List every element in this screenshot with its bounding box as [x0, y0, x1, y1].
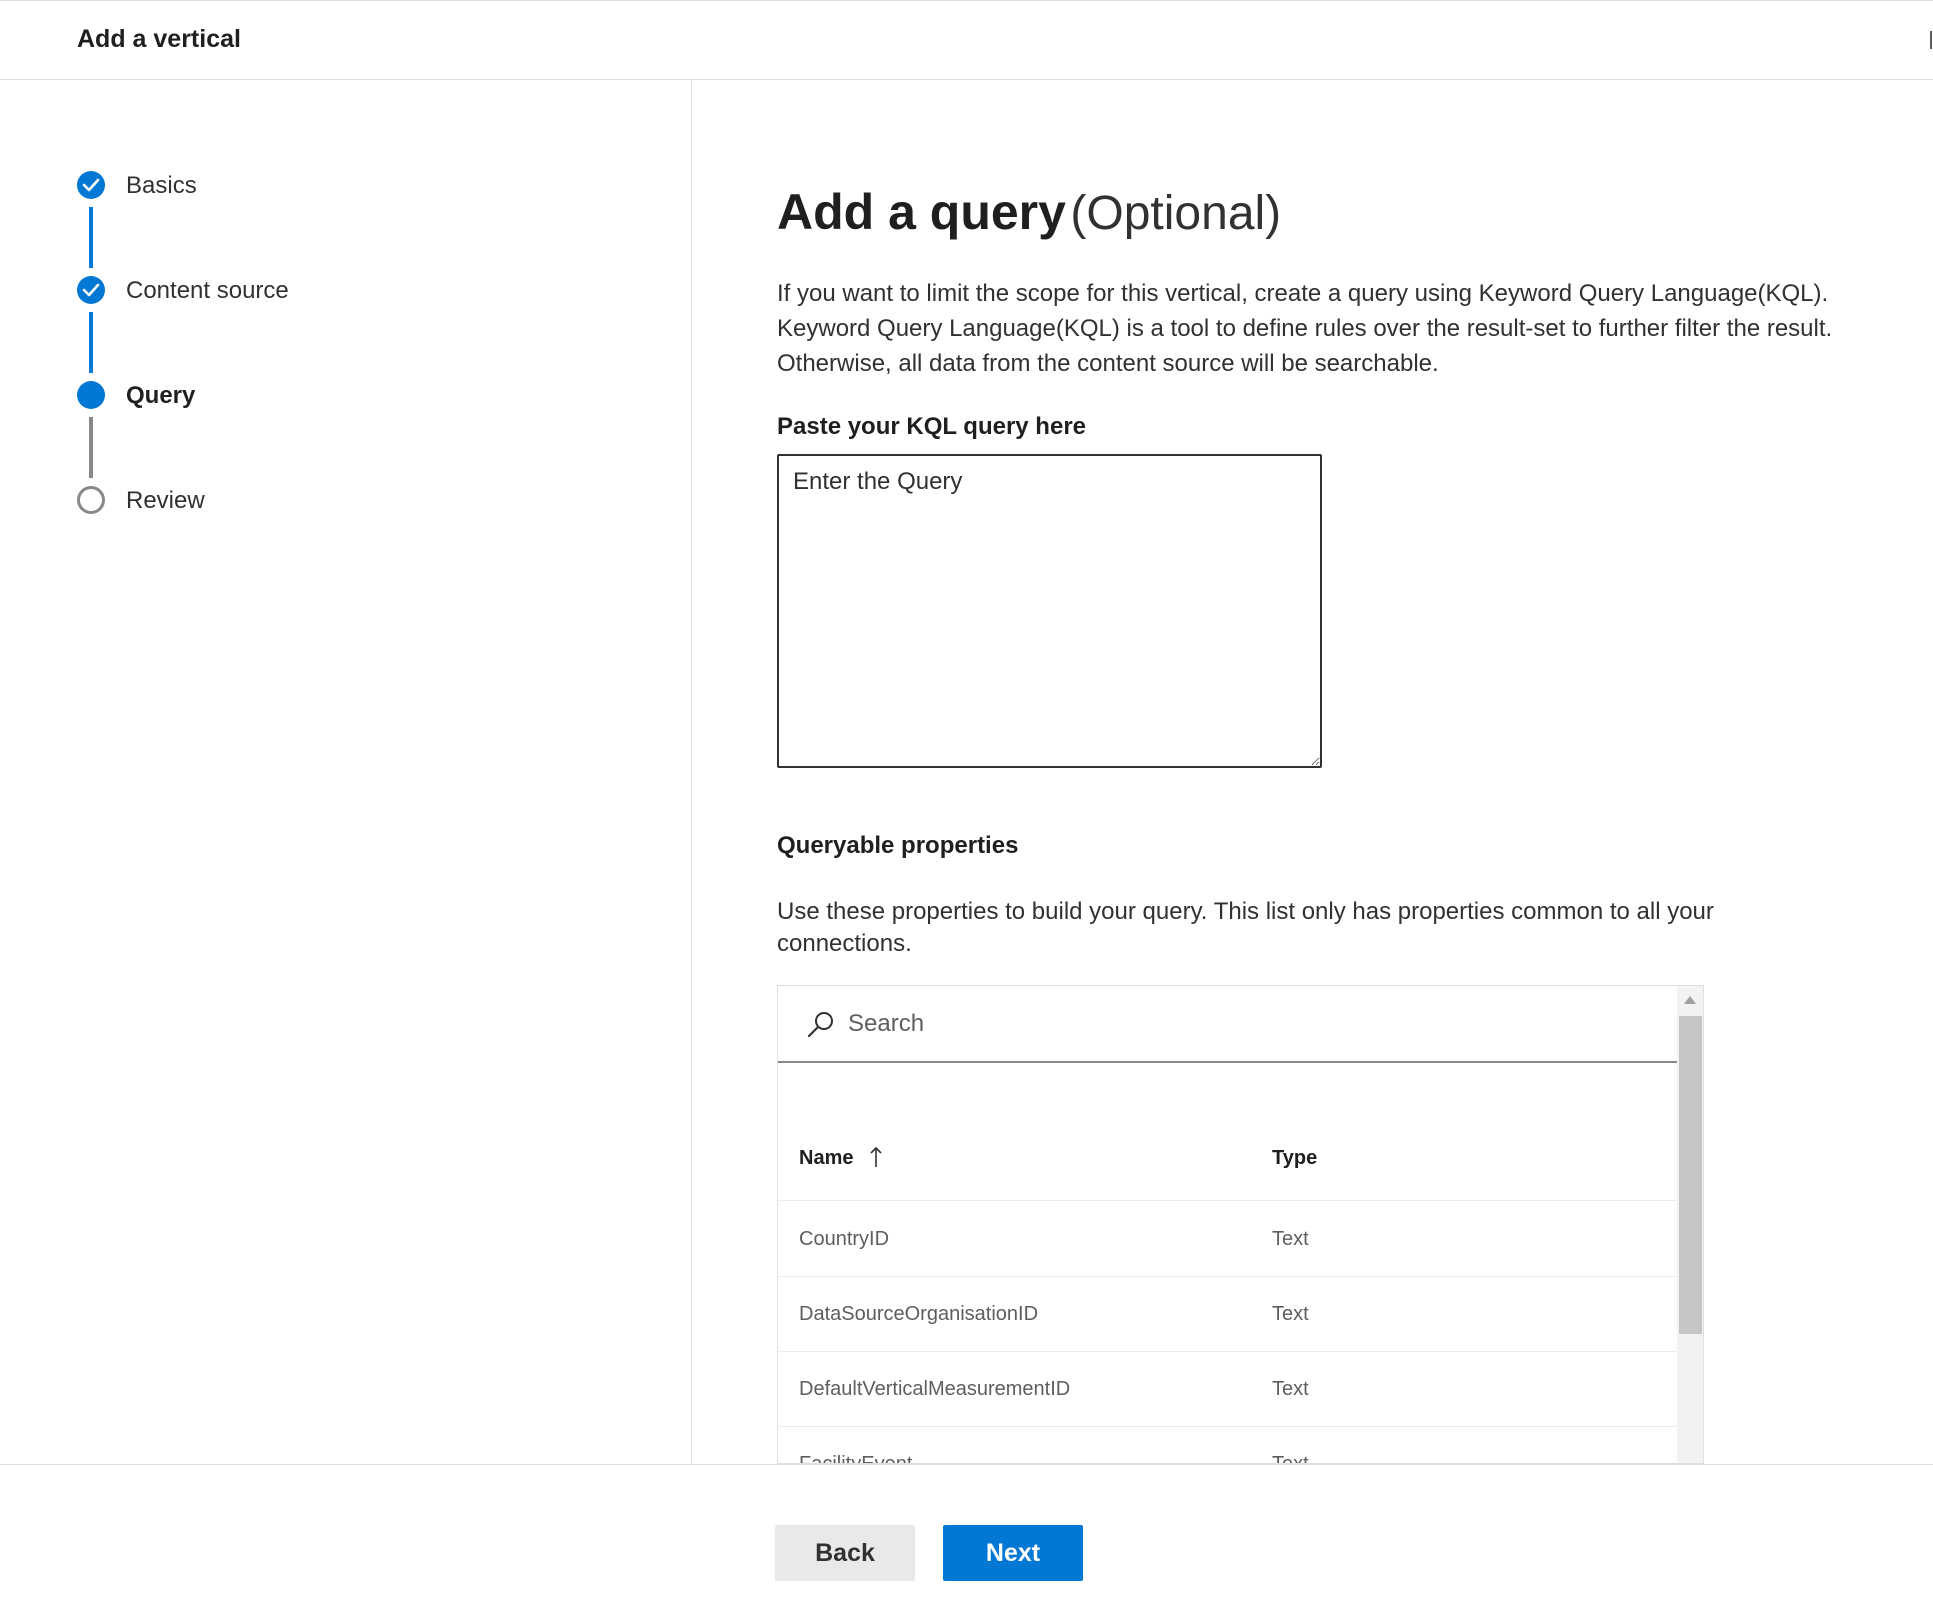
column-header-name[interactable]: Name — [799, 1147, 853, 1170]
property-name: DataSourceOrganisationID — [799, 1303, 1039, 1325]
page-title-text: Add a query — [777, 184, 1066, 240]
properties-search-input[interactable] — [848, 1004, 1548, 1044]
queryable-properties-title: Queryable properties — [777, 832, 1019, 859]
step-connector — [89, 207, 93, 268]
step-query[interactable]: Query — [77, 381, 577, 413]
next-button[interactable]: Next — [943, 1525, 1083, 1581]
checkmark-icon — [77, 276, 105, 304]
panel-title: Add a vertical — [77, 25, 241, 53]
search-icon — [806, 1010, 836, 1045]
step-review[interactable]: Review — [77, 486, 577, 518]
step-connector — [89, 417, 93, 478]
table-row[interactable]: DataSourceOrganisationID Text — [778, 1277, 1678, 1352]
queryable-properties-list: Name Type CountryID Text DataSourceOrgan… — [777, 985, 1704, 1464]
panel-footer: Back Next — [0, 1464, 1933, 1599]
scroll-up-arrow-icon[interactable] — [1684, 996, 1696, 1004]
panel-header: Add a vertical — [0, 0, 1933, 80]
property-type: Text — [1272, 1453, 1309, 1464]
property-type: Text — [1272, 1303, 1309, 1325]
table-header: Name Type — [778, 1121, 1678, 1201]
filled-circle-icon — [77, 381, 105, 409]
list-scrollbar[interactable] — [1677, 986, 1703, 1463]
table-row[interactable]: DefaultVerticalMeasurementID Text — [778, 1352, 1678, 1427]
page-title-suffix: (Optional) — [1070, 187, 1282, 240]
step-basics[interactable]: Basics — [77, 171, 577, 203]
step-label: Review — [126, 487, 205, 514]
property-name: CountryID — [799, 1228, 890, 1250]
scrollbar-thumb[interactable] — [1679, 1016, 1702, 1334]
property-type: Text — [1272, 1228, 1309, 1250]
page-title: Add a query (Optional) — [777, 183, 1281, 241]
description-line: Otherwise, all data from the content sou… — [777, 350, 1439, 377]
property-type: Text — [1272, 1378, 1309, 1400]
description-line: Keyword Query Language(KQL) is a tool to… — [777, 315, 1833, 342]
step-label: Query — [126, 382, 196, 409]
step-content-source[interactable]: Content source — [77, 276, 577, 308]
back-button[interactable]: Back — [775, 1525, 915, 1581]
checkmark-icon — [77, 171, 105, 199]
query-field-label: Paste your KQL query here — [777, 413, 1086, 440]
wizard-stepper: Basics Content source Query Review — [0, 80, 692, 1464]
property-name: FacilityEvent — [799, 1453, 913, 1464]
properties-search-box[interactable] — [778, 986, 1678, 1063]
page-description: If you want to limit the scope for this … — [777, 276, 1887, 381]
step-label: Content source — [126, 277, 289, 304]
arrow-up-icon[interactable] — [869, 1145, 883, 1174]
table-row[interactable]: CountryID Text — [778, 1202, 1678, 1277]
description-line: If you want to limit the scope for this … — [777, 280, 1829, 307]
empty-circle-icon — [77, 486, 105, 514]
queryable-properties-description: Use these properties to build your query… — [777, 898, 1714, 957]
step-connector — [89, 312, 93, 373]
step-label: Basics — [126, 172, 197, 199]
kql-query-input[interactable] — [777, 454, 1322, 768]
table-row[interactable]: FacilityEvent Text — [778, 1427, 1678, 1464]
property-name: DefaultVerticalMeasurementID — [799, 1378, 1071, 1400]
column-header-type[interactable]: Type — [1272, 1147, 1317, 1170]
